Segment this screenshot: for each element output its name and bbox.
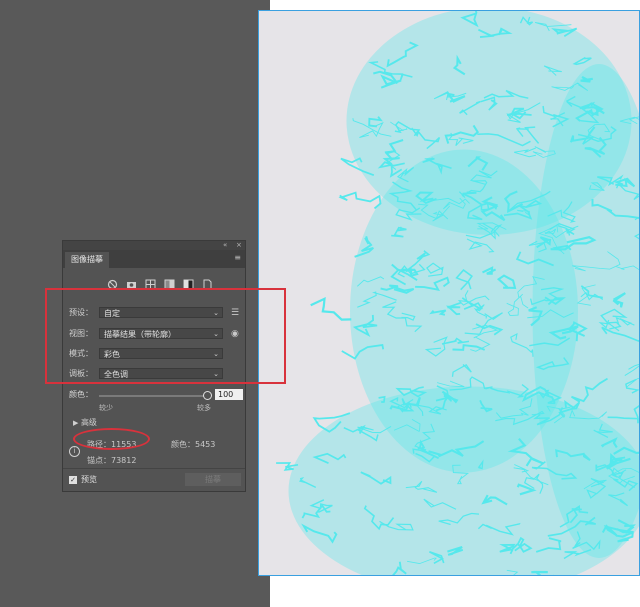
advanced-toggle[interactable]: ▶ 高级	[73, 417, 97, 428]
trace-button[interactable]: 描摹	[185, 473, 241, 486]
colors-label: 颜色：	[171, 440, 195, 449]
preview-label: 预览	[81, 475, 97, 484]
traced-image	[276, 11, 639, 575]
color-slider-handle[interactable]	[203, 391, 212, 400]
info-icon: i	[69, 446, 80, 457]
slider-max-label: 较多	[197, 404, 211, 412]
close-icon[interactable]: ×	[236, 241, 242, 250]
anchors-value: 73812	[111, 456, 137, 465]
tab-image-trace[interactable]: 图像描摹	[65, 252, 109, 268]
panel-titlebar[interactable]: « ×	[63, 241, 245, 250]
colors-value: 5453	[195, 440, 216, 449]
artboard[interactable]	[258, 10, 640, 576]
trace-region	[346, 11, 632, 235]
highlight-oval	[73, 428, 150, 450]
trace-contour	[553, 574, 554, 575]
color-slider-row: 颜色： 100 较少 较多	[69, 389, 243, 413]
panel-menu-icon[interactable]: ≡	[234, 253, 241, 263]
color-value-field[interactable]: 100	[215, 389, 243, 400]
panel-tabbar: 图像描摹 ≡	[63, 250, 245, 268]
trace-contour	[338, 191, 382, 210]
triangle-right-icon: ▶	[73, 419, 79, 427]
color-label: 颜色：	[69, 390, 93, 399]
trace-contour	[310, 296, 352, 321]
panel-divider	[63, 468, 245, 469]
colors-stat: 颜色：5453	[171, 439, 215, 450]
advanced-label: 高级	[80, 418, 97, 427]
collapse-icon[interactable]: «	[223, 241, 227, 250]
color-slider-track[interactable]	[99, 395, 209, 397]
slider-min-label: 较少	[99, 404, 113, 412]
highlight-rectangle	[45, 288, 286, 384]
anchors-stat: 锚点：73812	[87, 455, 136, 466]
checkmark-icon: ✓	[69, 475, 77, 484]
anchors-label: 锚点：	[87, 456, 111, 465]
preview-checkbox[interactable]: ✓ 预览	[69, 474, 97, 485]
